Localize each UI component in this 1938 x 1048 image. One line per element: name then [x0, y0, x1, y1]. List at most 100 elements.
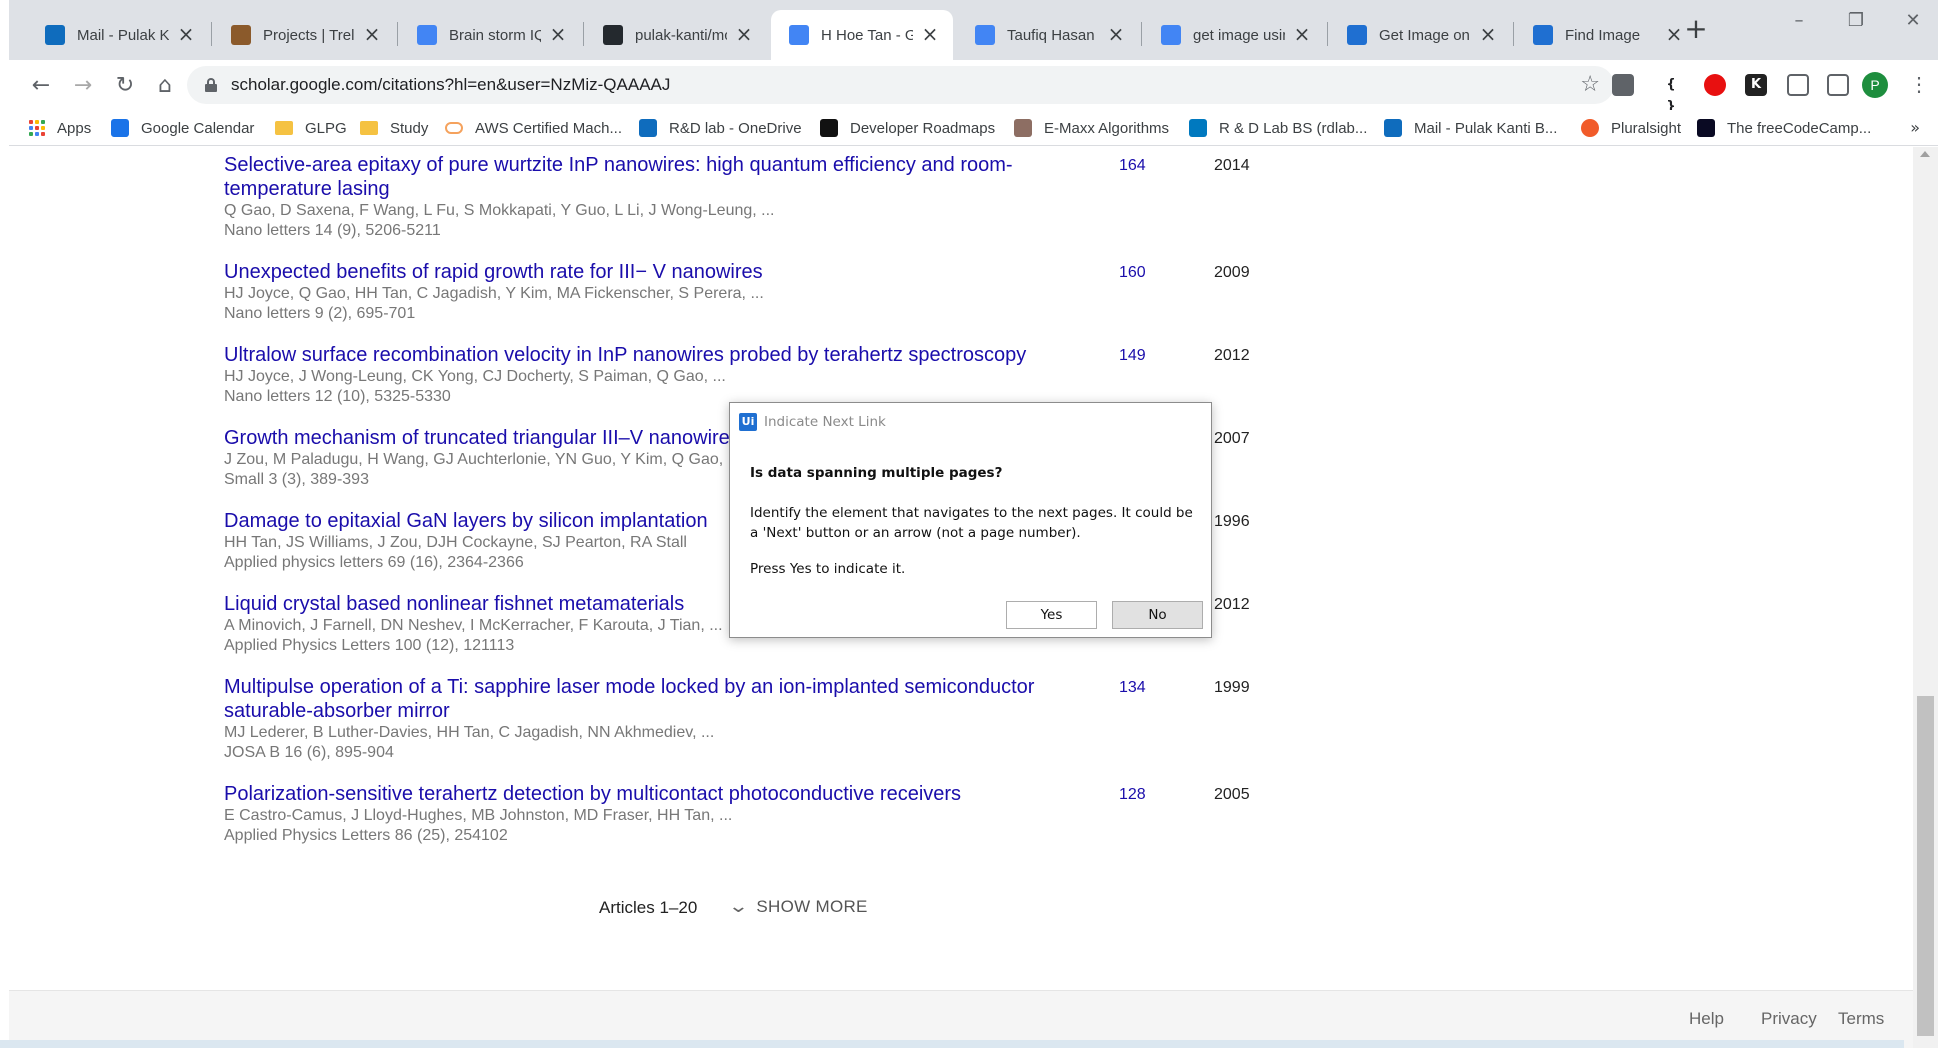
- close-tab-icon[interactable]: ×: [921, 24, 939, 44]
- tab-5[interactable]: Taufiq Hasan - ×: [957, 10, 1139, 60]
- tab-4[interactable]: H Hoe Tan - Go ×: [771, 10, 953, 60]
- article-authors: Q Gao, D Saxena, F Wang, L Fu, S Mokkapa…: [224, 202, 775, 219]
- profile-avatar[interactable]: P: [1862, 72, 1888, 98]
- uipath-icon: [1533, 25, 1553, 45]
- forward-icon[interactable]: →: [67, 70, 99, 102]
- footer-terms-link[interactable]: Terms: [1838, 1009, 1884, 1029]
- bookmark-10[interactable]: Pluralsight: [1581, 116, 1681, 140]
- close-tab-icon[interactable]: ×: [735, 24, 753, 44]
- tab-7[interactable]: Get Image on V ×: [1329, 10, 1511, 60]
- articles-range-label: Articles 1–20: [599, 898, 698, 917]
- show-more-button[interactable]: ⌄ SHOW MORE: [728, 896, 868, 917]
- outlook-icon: [45, 25, 65, 45]
- bookmark-7[interactable]: E-Maxx Algorithms: [1014, 116, 1169, 140]
- bookmark-label: Pluralsight: [1611, 119, 1682, 137]
- tab-1[interactable]: Projects | Trello ×: [213, 10, 395, 60]
- tab-0[interactable]: Mail - Pulak Ka ×: [27, 10, 209, 60]
- minimize-button[interactable]: –: [1769, 10, 1829, 40]
- bookmark-1[interactable]: Google Calendar: [111, 116, 254, 140]
- article-entry: Selective-area epitaxy of pure wurtzite …: [224, 153, 1124, 241]
- close-tab-icon[interactable]: ×: [177, 24, 195, 44]
- bookmark-8[interactable]: R & D Lab BS (rdlab...: [1189, 116, 1367, 140]
- bookmark-3[interactable]: Study: [360, 116, 428, 140]
- address-bar[interactable]: scholar.google.com/citations?hl=en&user=…: [187, 66, 1614, 104]
- bookmark-4[interactable]: AWS Certified Mach...: [445, 116, 622, 140]
- back-icon[interactable]: ←: [25, 70, 57, 102]
- address-url[interactable]: scholar.google.com/citations?hl=en&user=…: [231, 75, 670, 95]
- close-tab-icon[interactable]: ×: [1293, 24, 1311, 44]
- footer-privacy-link[interactable]: Privacy: [1761, 1009, 1817, 1029]
- bookmark-label: Apps: [57, 119, 92, 137]
- bookmark-11[interactable]: The freeCodeCamp...: [1697, 116, 1871, 140]
- bookmarks-overflow-icon[interactable]: »: [1910, 118, 1920, 137]
- cited-by-link[interactable]: 164: [1119, 157, 1146, 175]
- tab-3[interactable]: pulak-kanti/mc ×: [585, 10, 767, 60]
- browser-menu-icon[interactable]: ⋮: [1909, 72, 1929, 98]
- trello-icon: [1189, 119, 1207, 137]
- close-tab-icon[interactable]: ×: [549, 24, 567, 44]
- restore-button[interactable]: ❐: [1826, 10, 1886, 40]
- bookmark-0[interactable]: Apps: [29, 116, 91, 140]
- bookmark-label: Study: [390, 119, 429, 137]
- close-window-button[interactable]: ✕: [1883, 10, 1938, 40]
- lock-icon[interactable]: [205, 78, 217, 92]
- bookmark-6[interactable]: Developer Roadmaps: [820, 116, 995, 140]
- tab-8[interactable]: Find Image ×: [1515, 10, 1697, 60]
- dialog-message: Identify the element that navigates to t…: [750, 505, 1193, 541]
- article-title-link[interactable]: Multipulse operation of a Ti: sapphire l…: [224, 675, 1054, 723]
- tab-2[interactable]: Brain storm IQ ×: [399, 10, 581, 60]
- article-title-link[interactable]: Polarization-sensitive terahertz detecti…: [224, 782, 1054, 806]
- cited-by-link[interactable]: 160: [1119, 264, 1146, 282]
- cited-by-link[interactable]: 149: [1119, 347, 1146, 365]
- tab-title: Brain storm IQ: [449, 26, 541, 44]
- article-year: 2007: [1214, 430, 1250, 447]
- json-braces-icon[interactable]: { }: [1660, 74, 1682, 114]
- footer-help-link[interactable]: Help: [1689, 1009, 1724, 1029]
- bookmark-label: GLPG: [305, 119, 347, 137]
- article-title-link[interactable]: Unexpected benefits of rapid growth rate…: [224, 260, 1054, 284]
- article-title-link[interactable]: Selective-area epitaxy of pure wurtzite …: [224, 153, 1054, 201]
- article-venue: JOSA B 16 (6), 895-904: [224, 744, 394, 761]
- tab-6[interactable]: get image usin ×: [1143, 10, 1325, 60]
- folder-icon: [360, 121, 378, 135]
- article-title-link[interactable]: Ultralow surface recombination velocity …: [224, 343, 1054, 367]
- close-tab-icon[interactable]: ×: [1107, 24, 1125, 44]
- cited-by-link[interactable]: 128: [1119, 786, 1146, 804]
- article-year: 2012: [1214, 347, 1250, 364]
- page-scrollbar[interactable]: [1913, 147, 1938, 1048]
- article-venue: Applied Physics Letters 100 (12), 121113: [224, 637, 515, 654]
- onedrive-icon: [639, 119, 657, 137]
- puzzle-icon[interactable]: [1827, 74, 1849, 96]
- article-venue: Nano letters 14 (9), 5206-5211: [224, 222, 441, 239]
- tab-title: Mail - Pulak Ka: [77, 26, 169, 44]
- reload-icon[interactable]: ↻: [109, 70, 141, 102]
- bookmark-9[interactable]: Mail - Pulak Kanti B...: [1384, 116, 1557, 140]
- no-button[interactable]: No: [1112, 601, 1203, 629]
- cited-by-link[interactable]: 134: [1119, 679, 1146, 697]
- yes-button[interactable]: Yes: [1006, 601, 1097, 629]
- scroll-thumb[interactable]: [1917, 696, 1934, 1036]
- article-year: 1996: [1214, 513, 1250, 530]
- close-tab-icon[interactable]: ×: [363, 24, 381, 44]
- k-extension-icon[interactable]: K: [1745, 74, 1767, 96]
- bookmark-star-icon[interactable]: ☆: [1580, 72, 1600, 97]
- article-year: 2009: [1214, 264, 1250, 281]
- dialog-titlebar[interactable]: Ui Indicate Next Link: [730, 403, 1211, 435]
- article-venue: Nano letters 9 (2), 695-701: [224, 305, 416, 322]
- tab-title: pulak-kanti/mc: [635, 26, 727, 44]
- article-authors: HJ Joyce, J Wong-Leung, CK Yong, CJ Doch…: [224, 368, 726, 385]
- article-venue: Applied Physics Letters 86 (25), 254102: [224, 827, 508, 844]
- new-tab-button[interactable]: +: [1679, 14, 1713, 48]
- extension-shield-icon[interactable]: [1612, 74, 1634, 96]
- opera-red-icon[interactable]: [1704, 74, 1726, 96]
- bookmark-2[interactable]: GLPG: [275, 116, 347, 140]
- tab-strip: Mail - Pulak Ka×Projects | Trello×Brain …: [9, 0, 1938, 60]
- scroll-up-icon[interactable]: [1920, 151, 1930, 157]
- home-icon[interactable]: ⌂: [149, 70, 181, 102]
- shield-outline-icon[interactable]: [1787, 74, 1809, 96]
- bookmark-label: E-Maxx Algorithms: [1044, 119, 1170, 137]
- close-tab-icon[interactable]: ×: [1479, 24, 1497, 44]
- bookmark-5[interactable]: R&D lab - OneDrive: [639, 116, 802, 140]
- apps-grid-icon: [29, 120, 45, 136]
- browser-toolbar: ← → ↻ ⌂ scholar.google.com/citations?hl=…: [9, 60, 1938, 114]
